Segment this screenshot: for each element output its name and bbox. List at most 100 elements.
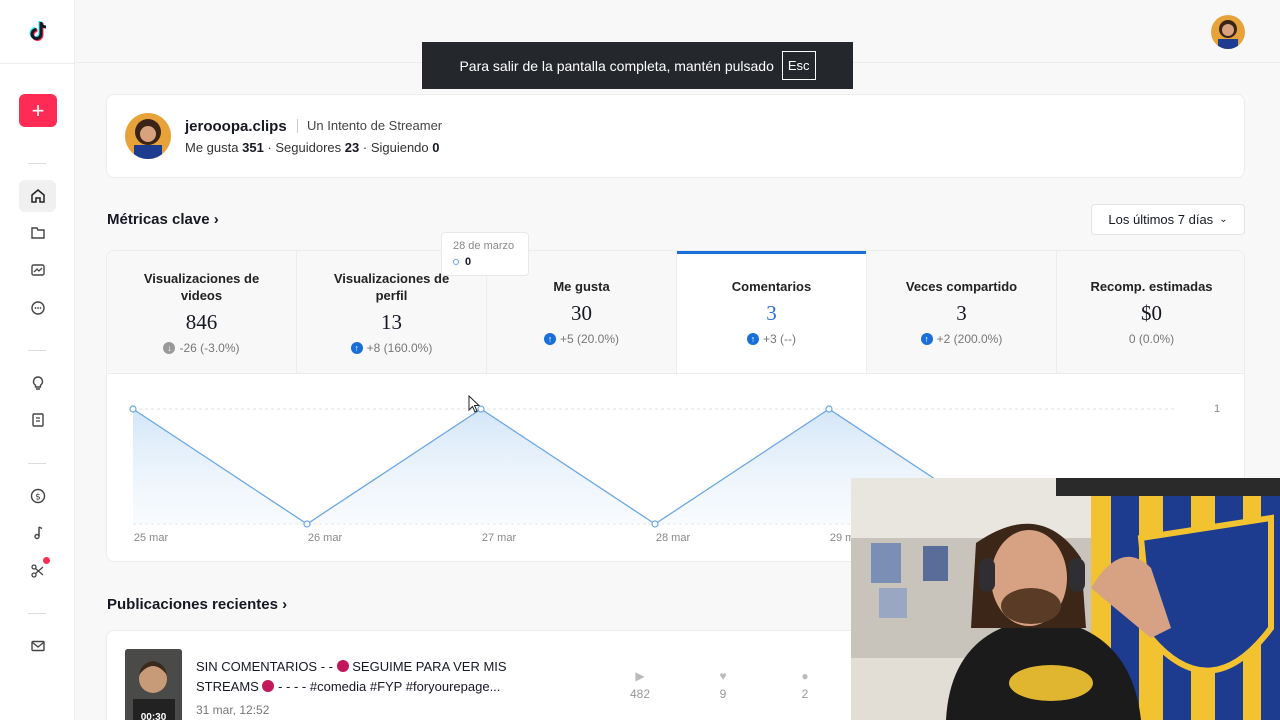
comments-icon[interactable] <box>19 292 56 324</box>
followers-count: 23 <box>344 140 360 155</box>
arrow-up-icon: ↑ <box>747 332 759 345</box>
data-point <box>651 520 659 528</box>
profile-username[interactable]: jerooopa.clips <box>185 118 287 135</box>
sidebar-divider <box>0 63 75 64</box>
metric-tab[interactable]: Veces compartido 3 ↑ +2 (200.0%) <box>867 251 1057 373</box>
play-icon: ▶ <box>635 669 645 683</box>
metric-tab-label: Visualizaciones de videos <box>143 270 260 303</box>
metric-tab[interactable]: Recomp. estimadas $0 0 (0.0%) <box>1057 251 1244 373</box>
profile-stats: Me gusta 351 · Seguidores 23 · Siguiendo… <box>185 140 440 155</box>
x-tick-label: 26 mar <box>308 532 343 544</box>
post-title[interactable]: SIN COMENTARIOS - - SEGUIME PARA VER MIS… <box>196 657 536 697</box>
arrow-up-icon: ↑ <box>920 333 933 345</box>
metric-tab-delta: 0 (0.0%) <box>1129 332 1174 346</box>
y-tick-label: 1 <box>1214 403 1220 415</box>
music-note-icon[interactable] <box>19 517 56 549</box>
key-metrics-title[interactable]: Métricas clave › <box>107 211 219 228</box>
scissors-icon[interactable] <box>19 555 56 587</box>
post-row[interactable]: 00:30 SIN COMENTARIOS - - SEGUIME PARA V… <box>106 630 886 720</box>
chart-tooltip: 28 de marzo 0 <box>441 232 529 276</box>
post-views: ▶ 482 <box>620 669 660 701</box>
metric-tabs: Visualizaciones de videos 846 ↓ -26 (-3.0%)… <box>107 251 1244 374</box>
metric-tab-value: 3 <box>956 301 967 325</box>
metric-tab[interactable]: Comentarios 3 ↑ +3 (--) <box>677 251 867 373</box>
post-title-part-2: SEGUIME PARA VER MIS <box>352 659 507 674</box>
date-range-select[interactable]: Los últimos 7 días ⌄ <box>1091 204 1245 235</box>
user-avatar[interactable] <box>1211 15 1245 49</box>
pink-circle-emoji-icon <box>262 680 275 692</box>
metric-tab-value: 30 <box>571 301 592 325</box>
metric-tab-delta: ↑ +2 (200.0%) <box>920 332 1003 346</box>
metric-tab-label: Recomp. estimadas <box>1090 279 1213 294</box>
analytics-icon[interactable] <box>19 254 56 286</box>
svg-text:$: $ <box>35 493 41 503</box>
chevron-down-icon: ⌄ <box>1219 214 1228 225</box>
likes-count: 351 <box>242 140 264 155</box>
metric-tab-label: Me gusta <box>553 279 610 294</box>
following-count: 0 <box>432 140 440 155</box>
metric-tab-delta: ↑ +5 (20.0%) <box>543 332 620 346</box>
folder-icon[interactable] <box>19 217 56 249</box>
profile-bio: Un Intento de Streamer <box>297 119 442 133</box>
webcam-overlay <box>851 478 1280 720</box>
metric-tab-delta-text: +2 (200.0%) <box>936 332 1003 346</box>
tooltip-value: 0 <box>465 256 472 268</box>
post-likes-count: 9 <box>719 687 727 701</box>
heart-icon: ♥ <box>719 669 727 683</box>
sidebar-divider <box>28 463 46 464</box>
x-tick-label: 28 mar <box>656 532 691 544</box>
metric-tab-label: Comentarios <box>731 278 812 294</box>
dollar-icon[interactable]: $ <box>19 480 56 512</box>
profile-card: jerooopa.clips Un Intento de Streamer Me… <box>106 94 1245 178</box>
x-tick-label: 27 mar <box>482 532 517 544</box>
lightbulb-icon[interactable] <box>19 367 56 399</box>
pink-circle-emoji-icon <box>336 660 349 672</box>
metric-tab-delta-text: +8 (160.0%) <box>366 340 433 355</box>
post-title-part-4: - - - - #comedia #FYP #foryourepage... <box>278 679 501 694</box>
mail-icon[interactable] <box>19 630 56 662</box>
mouse-cursor-icon <box>468 395 480 413</box>
tiktok-logo-icon[interactable] <box>24 17 52 45</box>
data-point <box>825 405 833 413</box>
comment-bubble-icon: ● <box>801 669 809 683</box>
followers-label: Seguidores <box>275 140 342 155</box>
following-label: Siguiendo <box>370 140 429 155</box>
metric-tab-label: Veces compartido <box>905 279 1018 294</box>
fullscreen-toast: Para salir de la pantalla completa, mant… <box>422 42 853 89</box>
book-icon[interactable] <box>19 404 56 436</box>
metric-tab-delta-text: +5 (20.0%) <box>559 332 620 346</box>
metric-tab-value: 3 <box>766 300 777 325</box>
post-date: 31 mar, 12:52 <box>196 703 270 717</box>
metric-tab-delta-text: +3 (--) <box>763 331 796 346</box>
toast-text: Para salir de la pantalla completa, mant… <box>459 57 774 74</box>
date-range-label: Los últimos 7 días <box>1108 212 1214 227</box>
notification-dot <box>43 557 50 564</box>
post-views-count: 482 <box>629 687 651 701</box>
x-tick-label: 25 mar <box>134 532 169 544</box>
post-title-part-1: SIN COMENTARIOS - - <box>196 659 333 674</box>
metric-tab-delta: ↑ +3 (--) <box>747 332 796 346</box>
post-duration: 00:30 <box>140 712 167 720</box>
metric-tab-delta-text: 0 (0.0%) <box>1128 332 1175 346</box>
likes-label: Me gusta <box>185 140 239 155</box>
post-thumbnail[interactable]: 00:30 <box>125 649 182 720</box>
post-likes: ♥ 9 <box>703 669 743 701</box>
home-icon[interactable] <box>19 180 56 212</box>
recent-posts-title[interactable]: Publicaciones recientes › <box>107 596 287 613</box>
metric-tab-delta: ↑ +8 (160.0%) <box>350 340 433 355</box>
metric-tab[interactable]: Visualizaciones de videos 846 ↓ -26 (-3.0%) <box>107 251 297 373</box>
profile-avatar[interactable] <box>125 113 171 159</box>
sidebar-divider <box>28 613 46 614</box>
sidebar: + $ <box>0 0 75 720</box>
data-point <box>129 405 137 413</box>
arrow-down-icon: ↓ <box>163 341 176 354</box>
upload-button[interactable]: + <box>19 94 57 127</box>
data-point <box>303 520 311 528</box>
metric-tab-value: 13 <box>381 309 402 334</box>
metric-tab-delta-text: -26 (-3.0%) <box>179 340 240 355</box>
post-title-part-3: STREAMS <box>196 679 259 694</box>
sidebar-divider <box>28 163 46 164</box>
esc-key-badge: Esc <box>781 51 816 80</box>
post-comments-count: 2 <box>801 687 809 701</box>
arrow-up-icon: ↑ <box>350 341 363 354</box>
